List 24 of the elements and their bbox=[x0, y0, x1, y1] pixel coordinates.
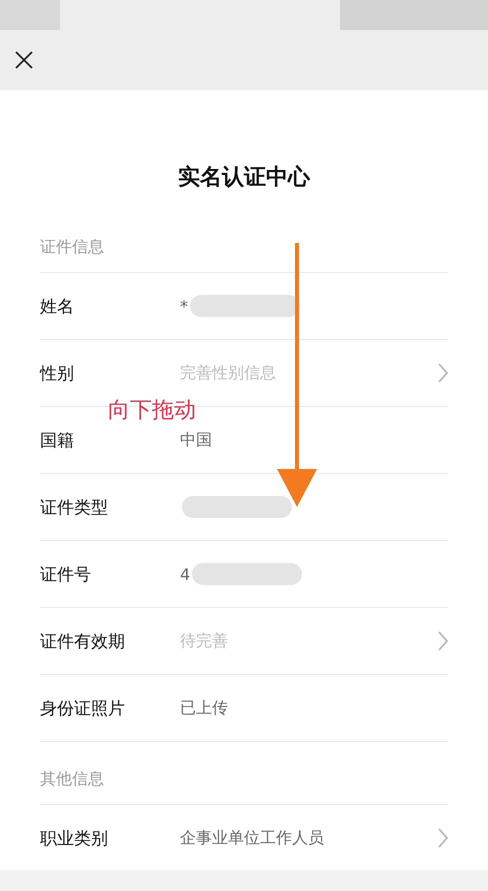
field-label: 身份证照片 bbox=[40, 698, 126, 720]
annotation-text: 向下拖动 bbox=[108, 397, 196, 425]
down-arrow-icon bbox=[277, 243, 317, 507]
field-placeholder[interactable]: 待完善 bbox=[180, 630, 228, 652]
chevron-right-icon[interactable] bbox=[438, 363, 448, 383]
field-value: 企事业单位工作人员 bbox=[180, 828, 324, 848]
field-label: 证件有效期 bbox=[40, 630, 126, 652]
field-label: 证件号 bbox=[40, 564, 92, 586]
close-icon bbox=[15, 51, 33, 69]
field-value: 中国 bbox=[180, 430, 212, 450]
field-label: 职业类别 bbox=[40, 828, 109, 850]
field-label: 姓名 bbox=[40, 296, 75, 318]
chevron-right-icon[interactable] bbox=[438, 631, 448, 651]
page-title: 实名认证中心 bbox=[177, 164, 312, 192]
section-title: 其他信息 bbox=[40, 769, 104, 790]
field-label: 性别 bbox=[40, 362, 75, 384]
field-value: * bbox=[180, 296, 188, 316]
field-value: 4 bbox=[180, 564, 190, 584]
field-placeholder[interactable]: 完善性别信息 bbox=[180, 362, 276, 384]
field-label: 国籍 bbox=[40, 430, 75, 452]
chevron-right-icon[interactable] bbox=[438, 828, 448, 848]
section-title: 证件信息 bbox=[40, 237, 104, 258]
field-label: 证件类型 bbox=[40, 496, 109, 518]
field-value: 已上传 bbox=[180, 698, 228, 718]
